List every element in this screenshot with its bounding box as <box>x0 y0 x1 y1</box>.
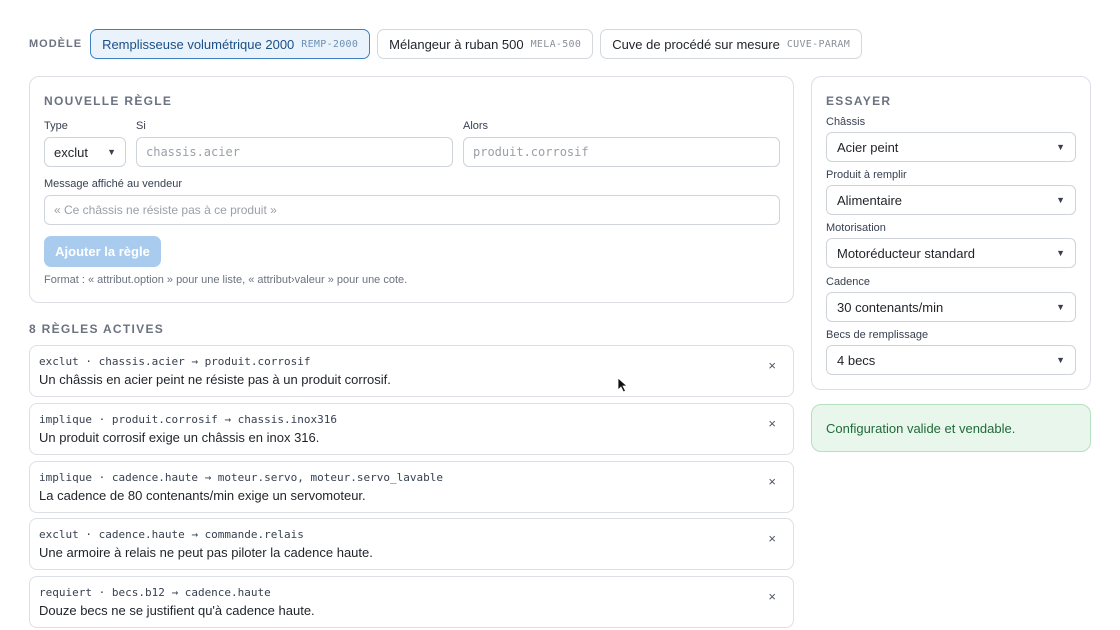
product-select[interactable]: Alimentaire ▼ <box>826 185 1076 215</box>
model-selector: MODÈLE Remplisseuse volumétrique 2000 RE… <box>29 29 863 59</box>
add-rule-button[interactable]: Ajouter la règle <box>44 236 161 267</box>
chassis-label: Châssis <box>826 116 866 128</box>
motor-value: Motoréducteur standard <box>837 245 976 261</box>
new-rule-card: NOUVELLE RÈGLE Type exclut ▼ Si chassis.… <box>29 76 794 303</box>
rule-message: Un produit corrosif exige un châssis en … <box>39 430 320 445</box>
model-code: REMP-2000 <box>301 38 359 50</box>
motor-label: Motorisation <box>826 222 886 234</box>
chevron-down-icon: ▼ <box>1056 142 1065 152</box>
model-label: MODÈLE <box>29 38 83 50</box>
chevron-down-icon: ▼ <box>1056 248 1065 258</box>
close-icon[interactable]: × <box>768 416 776 431</box>
rule-code: exclut · cadence.haute → commande.relais <box>39 528 304 541</box>
chevron-down-icon: ▼ <box>107 147 116 157</box>
active-rules-title: 8 RÈGLES ACTIVES <box>29 322 165 336</box>
type-label: Type <box>44 120 68 132</box>
validation-status: Configuration valide et vendable. <box>811 404 1091 452</box>
model-code: CUVE-PARAM <box>786 38 851 50</box>
close-icon[interactable]: × <box>768 358 776 373</box>
close-icon[interactable]: × <box>768 474 776 489</box>
nozzles-value: 4 becs <box>837 352 876 368</box>
rule-item: exclut · chassis.acier → produit.corrosi… <box>29 345 794 397</box>
message-placeholder: « Ce châssis ne résiste pas à ce produit… <box>54 203 277 217</box>
mouse-cursor-icon <box>617 377 629 393</box>
cadence-value: 30 contenants/min <box>837 299 944 315</box>
chevron-down-icon: ▼ <box>1056 195 1065 205</box>
try-panel: ESSAYER Châssis Acier peint ▼ Produit à … <box>811 76 1091 390</box>
rule-item: requiert · becs.b12 → cadence.haute Douz… <box>29 576 794 628</box>
type-value: exclut <box>54 144 88 160</box>
close-icon[interactable]: × <box>768 531 776 546</box>
rule-message: La cadence de 80 contenants/min exige un… <box>39 488 366 503</box>
then-placeholder: produit.corrosif <box>473 145 589 159</box>
rule-message: Douze becs ne se justifient qu'à cadence… <box>39 603 315 618</box>
chevron-down-icon: ▼ <box>1056 355 1065 365</box>
if-placeholder: chassis.acier <box>146 145 240 159</box>
close-icon[interactable]: × <box>768 589 776 604</box>
model-name: Mélangeur à ruban 500 <box>389 36 524 52</box>
format-hint: Format : « attribut.option » pour une li… <box>44 274 408 286</box>
rule-item: implique · produit.corrosif → chassis.in… <box>29 403 794 455</box>
motor-select[interactable]: Motoréducteur standard ▼ <box>826 238 1076 268</box>
rule-item: implique · cadence.haute → moteur.servo,… <box>29 461 794 513</box>
try-title: ESSAYER <box>826 94 892 108</box>
rule-message: Une armoire à relais ne peut pas piloter… <box>39 545 373 560</box>
message-label: Message affiché au vendeur <box>44 178 182 190</box>
cadence-label: Cadence <box>826 276 871 288</box>
product-value: Alimentaire <box>837 192 903 208</box>
chevron-down-icon: ▼ <box>1056 302 1065 312</box>
rule-item: exclut · cadence.haute → commande.relais… <box>29 518 794 570</box>
then-input[interactable]: produit.corrosif <box>463 137 780 167</box>
rule-code: requiert · becs.b12 → cadence.haute <box>39 586 271 599</box>
then-label: Alors <box>463 120 489 132</box>
model-pill-cuve-param[interactable]: Cuve de procédé sur mesure CUVE-PARAM <box>600 29 863 59</box>
product-label: Produit à remplir <box>826 169 907 181</box>
rule-message: Un châssis en acier peint ne résiste pas… <box>39 372 391 387</box>
model-name: Cuve de procédé sur mesure <box>612 36 780 52</box>
rule-code: exclut · chassis.acier → produit.corrosi… <box>39 355 311 368</box>
if-label: Si <box>136 120 146 132</box>
cadence-select[interactable]: 30 contenants/min ▼ <box>826 292 1076 322</box>
type-select[interactable]: exclut ▼ <box>44 137 126 167</box>
rule-code: implique · cadence.haute → moteur.servo,… <box>39 471 443 484</box>
nozzles-label: Becs de remplissage <box>826 329 929 341</box>
message-input[interactable]: « Ce châssis ne résiste pas à ce produit… <box>44 195 780 225</box>
nozzles-select[interactable]: 4 becs ▼ <box>826 345 1076 375</box>
new-rule-title: NOUVELLE RÈGLE <box>44 94 173 108</box>
chassis-select[interactable]: Acier peint ▼ <box>826 132 1076 162</box>
rule-code: implique · produit.corrosif → chassis.in… <box>39 413 338 426</box>
model-pill-mela-500[interactable]: Mélangeur à ruban 500 MELA-500 <box>377 29 594 59</box>
model-code: MELA-500 <box>530 38 582 50</box>
chassis-value: Acier peint <box>837 139 899 155</box>
model-name: Remplisseuse volumétrique 2000 <box>102 36 295 52</box>
if-input[interactable]: chassis.acier <box>136 137 453 167</box>
model-pill-remp-2000[interactable]: Remplisseuse volumétrique 2000 REMP-2000 <box>90 29 371 59</box>
